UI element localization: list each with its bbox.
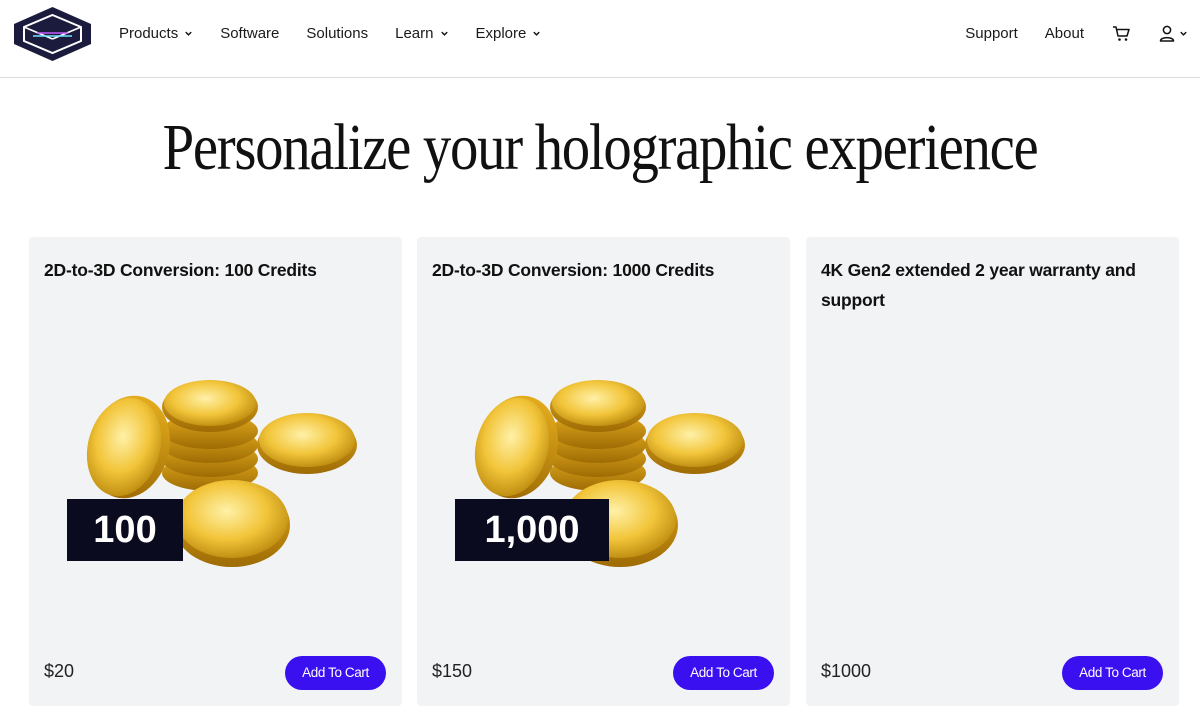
product-price: $150	[432, 661, 473, 681]
credits-badge-text: 100	[93, 509, 156, 551]
nav-products-label: Products	[119, 24, 179, 42]
product-title: 4K Gen2 extended 2 year warranty and sup…	[821, 260, 1136, 310]
hologram-cube-logo[interactable]	[13, 6, 92, 62]
product-price: $1000	[821, 661, 872, 681]
nav-software[interactable]: Software	[220, 25, 279, 42]
nav-support-label: Support	[965, 24, 1018, 42]
product-title: 2D-to-3D Conversion: 100 Credits	[44, 260, 317, 280]
cart-icon	[1113, 25, 1130, 41]
nav-explore-label: Explore	[475, 24, 527, 42]
nav-support[interactable]: Support	[965, 25, 1018, 42]
gold-coins-image: 100	[67, 380, 357, 567]
chevron-down-icon	[440, 31, 448, 36]
product-card[interactable]: 2D-to-3D Conversion: 100 Credits 100 $20	[29, 237, 402, 706]
nav-learn-label: Learn	[395, 24, 434, 42]
nav-explore[interactable]: Explore	[476, 25, 542, 42]
gold-coins-image: 1,000	[455, 380, 745, 567]
user-icon	[1159, 25, 1175, 42]
chevron-down-icon	[533, 31, 541, 36]
cart-button[interactable]	[1112, 25, 1131, 42]
nav-products[interactable]: Products	[119, 25, 193, 42]
product-price: $20	[44, 661, 75, 681]
nav-solutions[interactable]: Solutions	[306, 25, 368, 42]
product-card[interactable]: 2D-to-3D Conversion: 1000 Credits 1,000 …	[417, 237, 790, 706]
product-title: 2D-to-3D Conversion: 1000 Credits	[432, 260, 715, 280]
account-menu[interactable]	[1159, 25, 1188, 42]
nav-software-label: Software	[220, 24, 280, 42]
top-navigation: Products Software Solutions Learn Explor…	[0, 0, 1200, 78]
add-to-cart-button[interactable]: Add To Cart	[285, 656, 386, 690]
nav-about-label: About	[1044, 24, 1084, 42]
chevron-down-icon	[1180, 31, 1187, 36]
page-title: Personalize your holographic experience	[162, 111, 1039, 184]
chevron-down-icon	[185, 31, 192, 36]
product-card[interactable]: 4K Gen2 extended 2 year warranty and sup…	[806, 237, 1179, 706]
add-to-cart-button[interactable]: Add To Cart	[673, 656, 774, 690]
nav-learn[interactable]: Learn	[395, 25, 448, 42]
nav-about[interactable]: About	[1045, 25, 1084, 42]
add-to-cart-button[interactable]: Add To Cart	[1062, 656, 1163, 690]
nav-solutions-label: Solutions	[306, 24, 369, 42]
credits-badge-text: 1,000	[484, 509, 579, 551]
